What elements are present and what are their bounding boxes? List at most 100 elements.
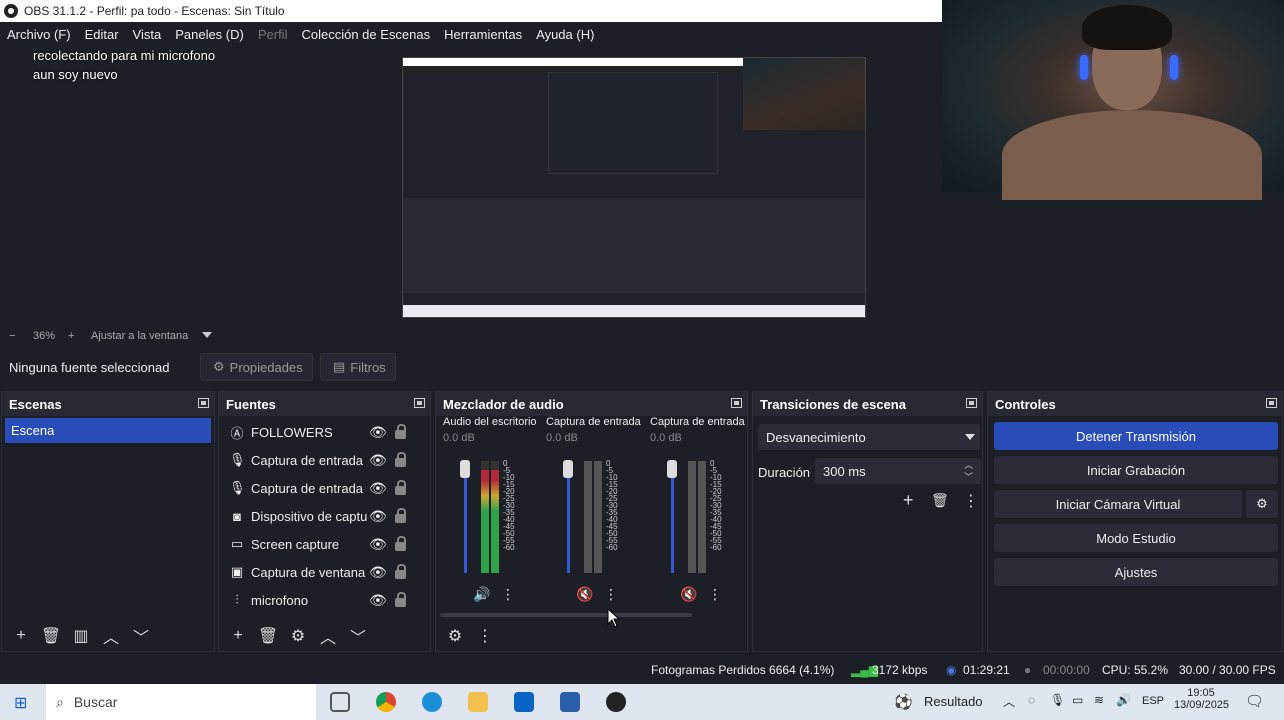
fader-knob[interactable]: [563, 460, 573, 478]
trash-icon[interactable]: 🗑: [38, 626, 64, 646]
menu-editar[interactable]: Editar: [78, 27, 126, 42]
zoom-out-button[interactable]: −: [9, 330, 15, 342]
battery-icon[interactable]: ▭: [1072, 693, 1083, 707]
taskbar-search[interactable]: ⌕ Buscar: [46, 684, 316, 720]
menu-ayuda[interactable]: Ayuda (H): [529, 27, 601, 42]
add-icon[interactable]: +: [8, 627, 34, 645]
speaker-icon[interactable]: 🔊: [473, 586, 490, 603]
undock-icon[interactable]: [198, 398, 209, 408]
advanced-audio-icon[interactable]: ⚙: [442, 626, 468, 646]
source-item[interactable]: ▣ Captura de ventana 👁: [219, 558, 430, 586]
trash-icon[interactable]: 🗑: [931, 492, 949, 509]
chevron-down-icon[interactable]: ﹀: [345, 624, 371, 648]
fader-knob[interactable]: [460, 460, 470, 478]
undock-icon[interactable]: [731, 398, 742, 408]
trash-icon[interactable]: 🗑: [255, 626, 281, 646]
properties-button[interactable]: ⚙ Propiedades: [200, 353, 313, 381]
wifi-icon[interactable]: ≋: [1094, 693, 1104, 707]
eye-icon[interactable]: 👁: [369, 480, 387, 497]
speaker-muted-icon[interactable]: 🔇: [576, 586, 593, 603]
lock-icon[interactable]: [395, 592, 406, 607]
chevron-down-icon[interactable]: ﹀: [128, 624, 154, 648]
lock-icon[interactable]: [395, 564, 406, 579]
eye-icon[interactable]: 👁: [369, 452, 387, 469]
chevron-up-icon[interactable]: ︿: [98, 624, 124, 648]
menu-herramientas[interactable]: Herramientas: [437, 27, 529, 42]
virtual-camera-settings-button[interactable]: ⚙: [1246, 490, 1278, 518]
transitions-dock: Transiciones de escena Desvanecimiento D…: [752, 391, 983, 652]
mic-icon[interactable]: 🎙: [1050, 693, 1065, 707]
eye-icon[interactable]: 👁: [369, 424, 387, 441]
mixer-scrollbar[interactable]: [440, 613, 692, 617]
menu-coleccion[interactable]: Colección de Escenas: [294, 27, 437, 42]
chrome-icon[interactable]: [376, 692, 396, 712]
file-explorer-icon[interactable]: [468, 692, 488, 712]
filters-button[interactable]: ▤ Filtros: [320, 353, 396, 381]
more-icon[interactable]: ⋮: [604, 586, 618, 603]
zoom-in-button[interactable]: +: [68, 330, 74, 342]
transition-select[interactable]: Desvanecimiento: [758, 424, 980, 450]
volume-icon[interactable]: 🔊: [1116, 693, 1131, 707]
lock-icon[interactable]: [395, 536, 406, 551]
clock[interactable]: 19:05 13/09/2025: [1174, 687, 1229, 711]
controls-header: Controles: [988, 392, 1282, 416]
edge-icon[interactable]: [422, 692, 442, 712]
tray-chevron-up-icon[interactable]: ︿: [1003, 693, 1015, 710]
more-icon[interactable]: ⋮: [472, 626, 498, 646]
start-record-button[interactable]: Iniciar Grabación: [994, 456, 1278, 484]
stop-stream-button[interactable]: Detener Transmisión: [994, 422, 1278, 450]
source-item[interactable]: 🎙 Captura de entrada de audio 2👁: [219, 474, 430, 502]
obs-taskbar-icon[interactable]: [606, 692, 626, 712]
language-indicator[interactable]: ESP: [1142, 695, 1164, 707]
source-item[interactable]: ⫶ microfono 👁: [219, 586, 430, 614]
more-icon[interactable]: ⋮: [963, 491, 979, 511]
undock-icon[interactable]: [966, 398, 977, 408]
source-label: Captura de ventana: [251, 564, 366, 580]
undock-icon[interactable]: [1266, 398, 1277, 408]
menu-vista[interactable]: Vista: [126, 27, 169, 42]
scene-item[interactable]: Escena: [5, 418, 211, 443]
source-item[interactable]: 🎙 Captura de entrada de audio👁: [219, 446, 430, 474]
gear-icon[interactable]: ⚙: [285, 626, 311, 646]
settings-button[interactable]: Ajustes: [994, 558, 1278, 586]
scene-filters-icon[interactable]: ▥: [68, 626, 94, 646]
menu-paneles[interactable]: Paneles (D): [168, 27, 251, 42]
tray-network-icon[interactable]: ◌: [1028, 693, 1035, 707]
fader-knob[interactable]: [667, 460, 677, 478]
lock-icon[interactable]: [395, 508, 406, 523]
undock-icon[interactable]: [414, 398, 425, 408]
notification-icon[interactable]: 🗨: [1245, 692, 1264, 710]
menu-archivo[interactable]: Archivo (F): [0, 27, 78, 42]
speaker-muted-icon[interactable]: 🔇: [680, 586, 697, 603]
weather-label[interactable]: Resultado: [924, 694, 983, 709]
spinner-icon[interactable]: ︿ ﹀: [964, 459, 973, 483]
more-icon[interactable]: ⋮: [501, 586, 515, 603]
app-icon[interactable]: [560, 692, 580, 712]
task-view-icon[interactable]: [330, 692, 350, 712]
zoom-dropdown-icon[interactable]: [202, 332, 212, 338]
transition-selected: Desvanecimiento: [766, 429, 866, 445]
eye-icon[interactable]: 👁: [369, 536, 387, 553]
source-item[interactable]: ◙ Dispositivo de captura de video👁: [219, 502, 430, 530]
eye-icon[interactable]: 👁: [369, 592, 387, 609]
eye-icon[interactable]: 👁: [369, 564, 387, 581]
outlook-icon[interactable]: [514, 692, 534, 712]
windows-start-icon[interactable]: ⊞: [14, 693, 27, 713]
more-icon[interactable]: ⋮: [708, 586, 722, 603]
zoom-fit[interactable]: Ajustar a la ventana: [91, 330, 188, 342]
source-item[interactable]: Ⓐ FOLLOWERS 👁: [219, 418, 430, 446]
studio-mode-button[interactable]: Modo Estudio: [994, 524, 1278, 552]
overlay-text-line2: aun soy nuevo: [33, 67, 118, 82]
menu-perfil[interactable]: Perfil: [251, 27, 295, 42]
virtual-camera-button[interactable]: Iniciar Cámara Virtual: [994, 490, 1242, 518]
duration-input[interactable]: 300 ms ︿ ﹀: [815, 458, 981, 484]
chevron-up-icon[interactable]: ︿: [315, 624, 341, 648]
source-item[interactable]: ▭ Screen capture 👁: [219, 530, 430, 558]
lock-icon[interactable]: [395, 452, 406, 467]
scenes-title: Escenas: [9, 396, 62, 412]
lock-icon[interactable]: [395, 424, 406, 439]
lock-icon[interactable]: [395, 480, 406, 495]
eye-icon[interactable]: 👁: [369, 508, 387, 525]
add-icon[interactable]: +: [225, 627, 251, 645]
add-icon[interactable]: +: [903, 490, 914, 511]
